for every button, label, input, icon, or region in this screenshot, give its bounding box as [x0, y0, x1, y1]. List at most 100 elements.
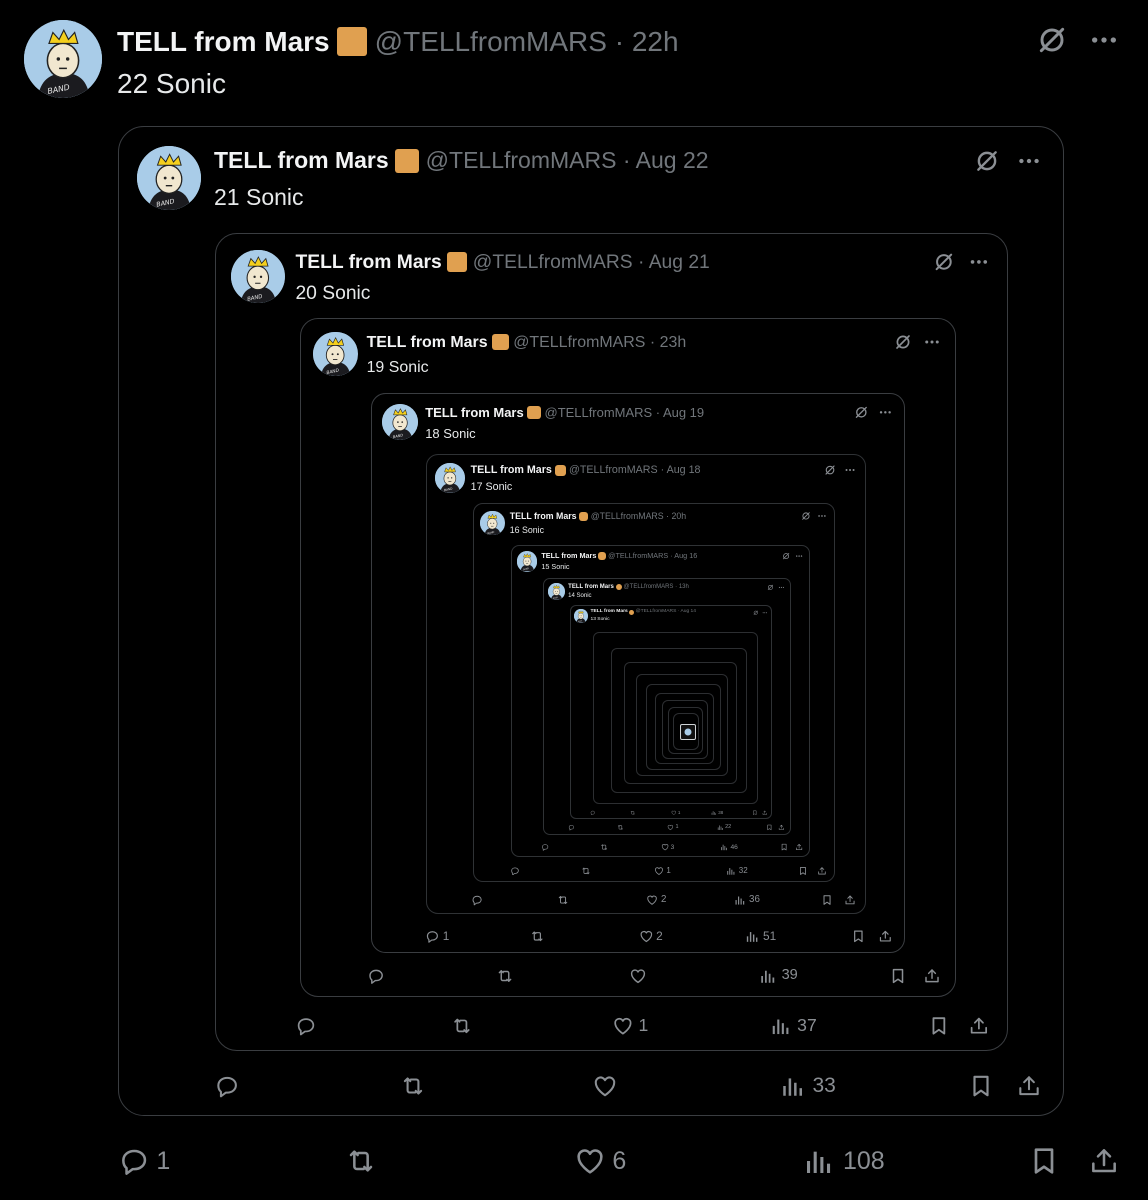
author-handle[interactable]: @TELLfromMARS	[591, 511, 664, 522]
post-time[interactable]: · Aug 22	[623, 147, 709, 175]
bookmark-button[interactable]	[766, 824, 773, 831]
avatar[interactable]: BAND	[313, 331, 358, 377]
more-icon[interactable]	[923, 333, 941, 351]
avatar[interactable]: BAND	[480, 510, 505, 536]
more-icon[interactable]	[878, 405, 893, 420]
avatar[interactable]: BAND	[434, 463, 465, 494]
repost-button[interactable]	[496, 967, 514, 985]
grok-icon[interactable]	[894, 333, 912, 351]
avatar[interactable]: BAND	[137, 146, 201, 210]
author-handle[interactable]: @TELLfromMARS	[545, 405, 653, 421]
like-button[interactable]	[646, 894, 658, 906]
grok-icon[interactable]	[767, 584, 774, 591]
share-button[interactable]	[817, 866, 827, 876]
grok-icon[interactable]	[933, 251, 955, 273]
repost-button[interactable]	[557, 894, 569, 906]
author-name[interactable]: TELL from Mars	[568, 584, 614, 591]
author-handle[interactable]: @TELLfromMARS	[426, 147, 617, 175]
reply-button[interactable]	[214, 1073, 240, 1099]
share-button[interactable]	[795, 843, 803, 851]
share-button[interactable]	[923, 967, 941, 985]
grok-icon[interactable]	[801, 511, 811, 521]
author-name[interactable]: TELL from Mars	[214, 147, 389, 175]
author-name[interactable]: TELL from Mars	[367, 333, 488, 352]
views-button[interactable]	[745, 929, 760, 944]
views-button[interactable]	[717, 824, 724, 831]
grok-icon[interactable]	[1036, 24, 1068, 56]
bookmark-button[interactable]	[752, 810, 758, 816]
reply-button[interactable]	[541, 843, 549, 852]
like-button[interactable]	[574, 1145, 606, 1177]
like-button[interactable]	[592, 1073, 618, 1099]
repost-button[interactable]	[600, 843, 608, 851]
views-button[interactable]	[780, 1073, 806, 1099]
reply-button[interactable]	[425, 929, 440, 944]
views-button[interactable]	[734, 894, 746, 906]
like-button[interactable]	[671, 810, 677, 816]
reply-button[interactable]	[367, 967, 385, 985]
views-button[interactable]	[803, 1145, 835, 1177]
grok-icon[interactable]	[824, 464, 836, 476]
more-icon[interactable]	[795, 552, 803, 560]
avatar[interactable]: BAND	[24, 20, 102, 98]
avatar[interactable]: BAND	[381, 404, 418, 441]
post-time[interactable]: · Aug 19	[656, 405, 704, 421]
views-button[interactable]	[770, 1015, 792, 1037]
author-handle[interactable]: @TELLfromMARS	[569, 464, 658, 477]
bookmark-button[interactable]	[798, 866, 808, 876]
post-time[interactable]: · Aug 21	[638, 251, 710, 274]
repost-button[interactable]	[345, 1145, 377, 1177]
grok-icon[interactable]	[782, 552, 790, 560]
post-time[interactable]: · 20h	[666, 511, 686, 522]
more-icon[interactable]	[817, 511, 827, 521]
bookmark-button[interactable]	[821, 894, 833, 906]
grok-icon[interactable]	[974, 148, 1000, 174]
grok-icon[interactable]	[753, 610, 759, 616]
views-button[interactable]	[759, 967, 777, 985]
post-time[interactable]: · 13h	[675, 584, 689, 591]
reply-button[interactable]	[471, 894, 483, 906]
like-button[interactable]	[661, 843, 669, 851]
post-time[interactable]: · Aug 14	[678, 609, 696, 615]
avatar[interactable]: BAND	[547, 583, 565, 600]
share-button[interactable]	[878, 929, 893, 944]
bookmark-button[interactable]	[968, 1073, 994, 1099]
like-button[interactable]	[612, 1015, 634, 1037]
repost-button[interactable]	[451, 1015, 473, 1037]
avatar[interactable]: BAND	[574, 609, 588, 623]
share-button[interactable]	[844, 894, 856, 906]
bookmark-button[interactable]	[780, 843, 788, 851]
like-button[interactable]	[667, 824, 674, 831]
repost-button[interactable]	[581, 866, 591, 876]
author-name[interactable]: TELL from Mars	[295, 251, 441, 274]
more-icon[interactable]	[762, 610, 768, 616]
share-button[interactable]	[968, 1015, 990, 1037]
share-button[interactable]	[1088, 1145, 1120, 1177]
author-name[interactable]: TELL from Mars	[510, 511, 577, 522]
more-icon[interactable]	[1088, 24, 1120, 56]
reply-button[interactable]	[568, 824, 575, 831]
bookmark-button[interactable]	[889, 967, 907, 985]
author-name[interactable]: TELL from Mars	[590, 609, 627, 615]
author-handle[interactable]: @TELLfromMARS	[624, 584, 674, 591]
post-time[interactable]: · Aug 16	[670, 551, 697, 561]
views-button[interactable]	[711, 810, 717, 816]
grok-icon[interactable]	[854, 405, 869, 420]
avatar[interactable]: BAND	[230, 249, 285, 304]
like-button[interactable]	[629, 967, 647, 985]
post-time[interactable]: · 22h	[615, 25, 679, 59]
more-icon[interactable]	[1016, 148, 1042, 174]
share-button[interactable]	[778, 824, 785, 831]
author-name[interactable]: TELL from Mars	[425, 405, 523, 421]
share-button[interactable]	[762, 810, 768, 816]
author-handle[interactable]: @TELLfromMARS	[608, 551, 668, 561]
reply-button[interactable]	[118, 1145, 150, 1177]
post-time[interactable]: · Aug 18	[661, 464, 701, 477]
reply-button[interactable]	[295, 1015, 317, 1037]
views-button[interactable]	[720, 843, 728, 851]
repost-button[interactable]	[617, 824, 624, 831]
bookmark-button[interactable]	[851, 929, 866, 944]
reply-button[interactable]	[590, 810, 596, 816]
author-handle[interactable]: @TELLfromMARS	[473, 251, 633, 274]
author-handle[interactable]: @TELLfromMARS	[375, 25, 607, 59]
